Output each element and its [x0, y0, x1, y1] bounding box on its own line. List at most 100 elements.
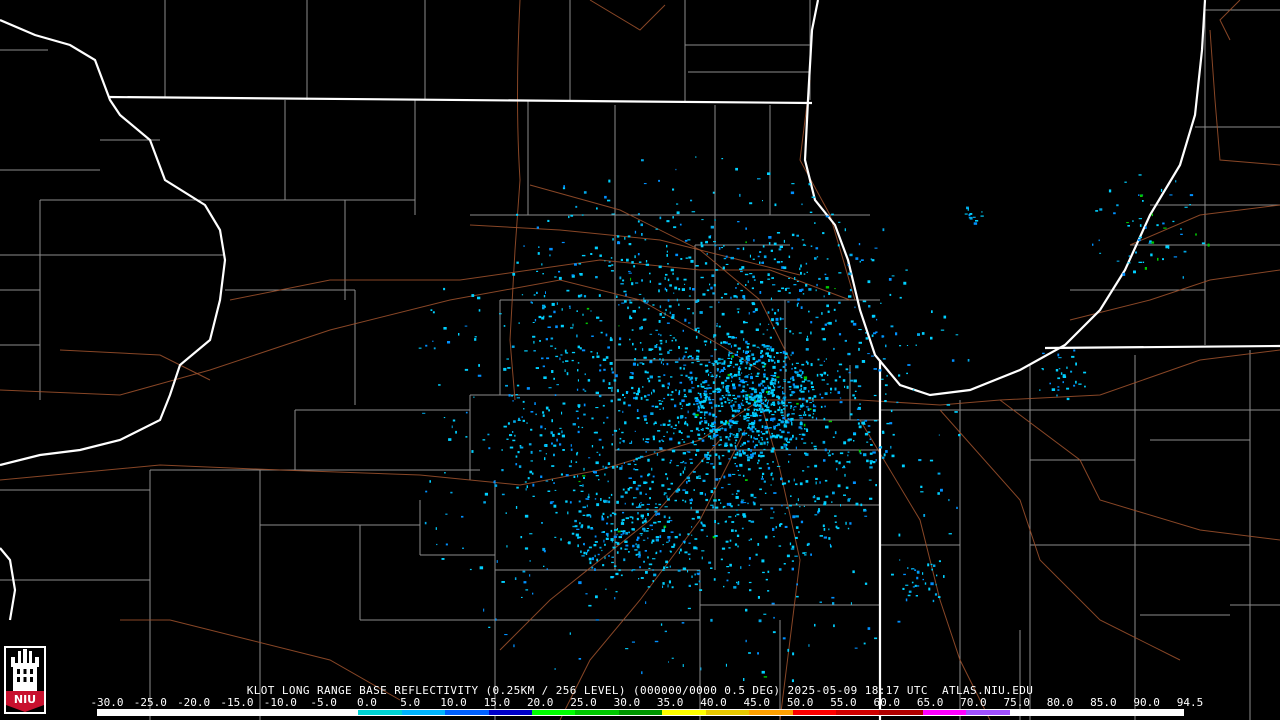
radar-echo: [603, 501, 606, 503]
radar-echo: [820, 405, 823, 408]
radar-echo: [800, 306, 803, 309]
radar-echo: [832, 602, 835, 605]
radar-echo: [757, 462, 759, 465]
radar-echo: [1201, 242, 1205, 245]
radar-echo: [791, 545, 795, 549]
radar-echo: [752, 411, 754, 415]
radar-echo: [754, 390, 758, 394]
radar-echo: [554, 489, 557, 491]
radar-echo: [749, 414, 753, 417]
radar-echo: [863, 453, 867, 457]
radar-echo: [742, 474, 745, 477]
radar-echo: [728, 353, 730, 357]
radar-echo: [799, 408, 801, 410]
radar-echo: [652, 569, 654, 571]
radar-echo: [779, 385, 781, 388]
radar-echo: [821, 327, 825, 331]
radar-echo: [570, 214, 574, 217]
radar-echo: [765, 578, 768, 581]
radar-echo: [712, 292, 715, 295]
radar-echo: [588, 493, 590, 497]
radar-echo: [850, 320, 854, 323]
radar-echo: [678, 346, 680, 349]
radar-echo: [521, 294, 524, 296]
radar-echo: [600, 498, 602, 501]
reflectivity-color-bar: [97, 709, 1184, 716]
radar-echo: [734, 373, 738, 377]
radar-echo: [740, 566, 742, 569]
radar-echo: [758, 404, 761, 407]
radar-echo: [639, 566, 641, 569]
radar-echo: [719, 428, 721, 430]
radar-echo: [700, 244, 704, 248]
radar-echo: [1042, 352, 1045, 355]
radar-echo: [603, 368, 606, 371]
radar-echo: [713, 499, 717, 502]
radar-echo: [666, 520, 670, 523]
radar-echo: [930, 336, 933, 340]
radar-echo: [695, 397, 699, 400]
radar-echo: [867, 627, 871, 630]
radar-echo: [541, 357, 544, 360]
radar-echo: [771, 602, 775, 605]
radar-echo: [604, 473, 606, 476]
radar-echo: [629, 516, 633, 518]
radar-echo: [759, 392, 762, 395]
radar-echo: [684, 420, 687, 424]
radar-echo: [780, 420, 784, 424]
radar-echo: [787, 381, 791, 384]
color-bar-segment: [792, 710, 836, 715]
radar-echo: [748, 422, 752, 425]
radar-echo: [761, 380, 766, 383]
radar-echo: [687, 479, 691, 482]
radar-echo: [501, 493, 505, 496]
radar-echo: [775, 526, 777, 529]
radar-echo: [732, 386, 736, 390]
radar-echo: [832, 491, 835, 495]
radar-echo: [794, 406, 797, 408]
radar-echo: [631, 521, 634, 524]
radar-echo: [777, 381, 780, 384]
radar-echo: [607, 462, 611, 465]
radar-echo: [714, 453, 718, 456]
radar-echo: [878, 369, 882, 372]
radar-echo: [796, 303, 799, 307]
radar-echo: [660, 342, 663, 345]
radar-echo: [920, 485, 923, 488]
radar-echo: [631, 282, 634, 286]
radar-echo: [855, 502, 859, 506]
radar-echo: [749, 202, 753, 205]
color-bar-segment: [749, 710, 793, 715]
radar-echo: [790, 437, 793, 439]
radar-echo: [662, 423, 666, 426]
radar-echo: [582, 388, 585, 391]
radar-echo: [636, 538, 639, 541]
radar-echo: [593, 544, 597, 547]
radar-echo: [850, 602, 852, 605]
radar-echo: [553, 310, 556, 314]
radar-echo: [764, 405, 767, 407]
radar-echo: [709, 424, 712, 427]
radar-echo: [733, 344, 737, 347]
radar-echo: [704, 413, 706, 416]
radar-echo: [556, 438, 558, 442]
radar-echo: [770, 507, 774, 510]
radar-echo: [684, 318, 687, 322]
radar-echo: [716, 323, 718, 325]
radar-echo: [447, 341, 451, 344]
radar-echo: [550, 337, 554, 340]
color-bar-segment: [662, 710, 706, 715]
radar-echo: [695, 400, 699, 402]
radar-echo: [774, 372, 777, 375]
radar-echo: [762, 245, 765, 248]
radar-echo: [646, 528, 649, 529]
radar-echo: [786, 554, 790, 558]
radar-echo: [720, 358, 724, 360]
radar-echo: [948, 499, 950, 502]
radar-echo: [780, 261, 783, 263]
radar-echo: [789, 504, 792, 507]
radar-echo: [582, 475, 586, 477]
radar-echoes: [418, 156, 1210, 683]
radar-echo: [776, 232, 781, 234]
radar-echo: [740, 270, 743, 273]
